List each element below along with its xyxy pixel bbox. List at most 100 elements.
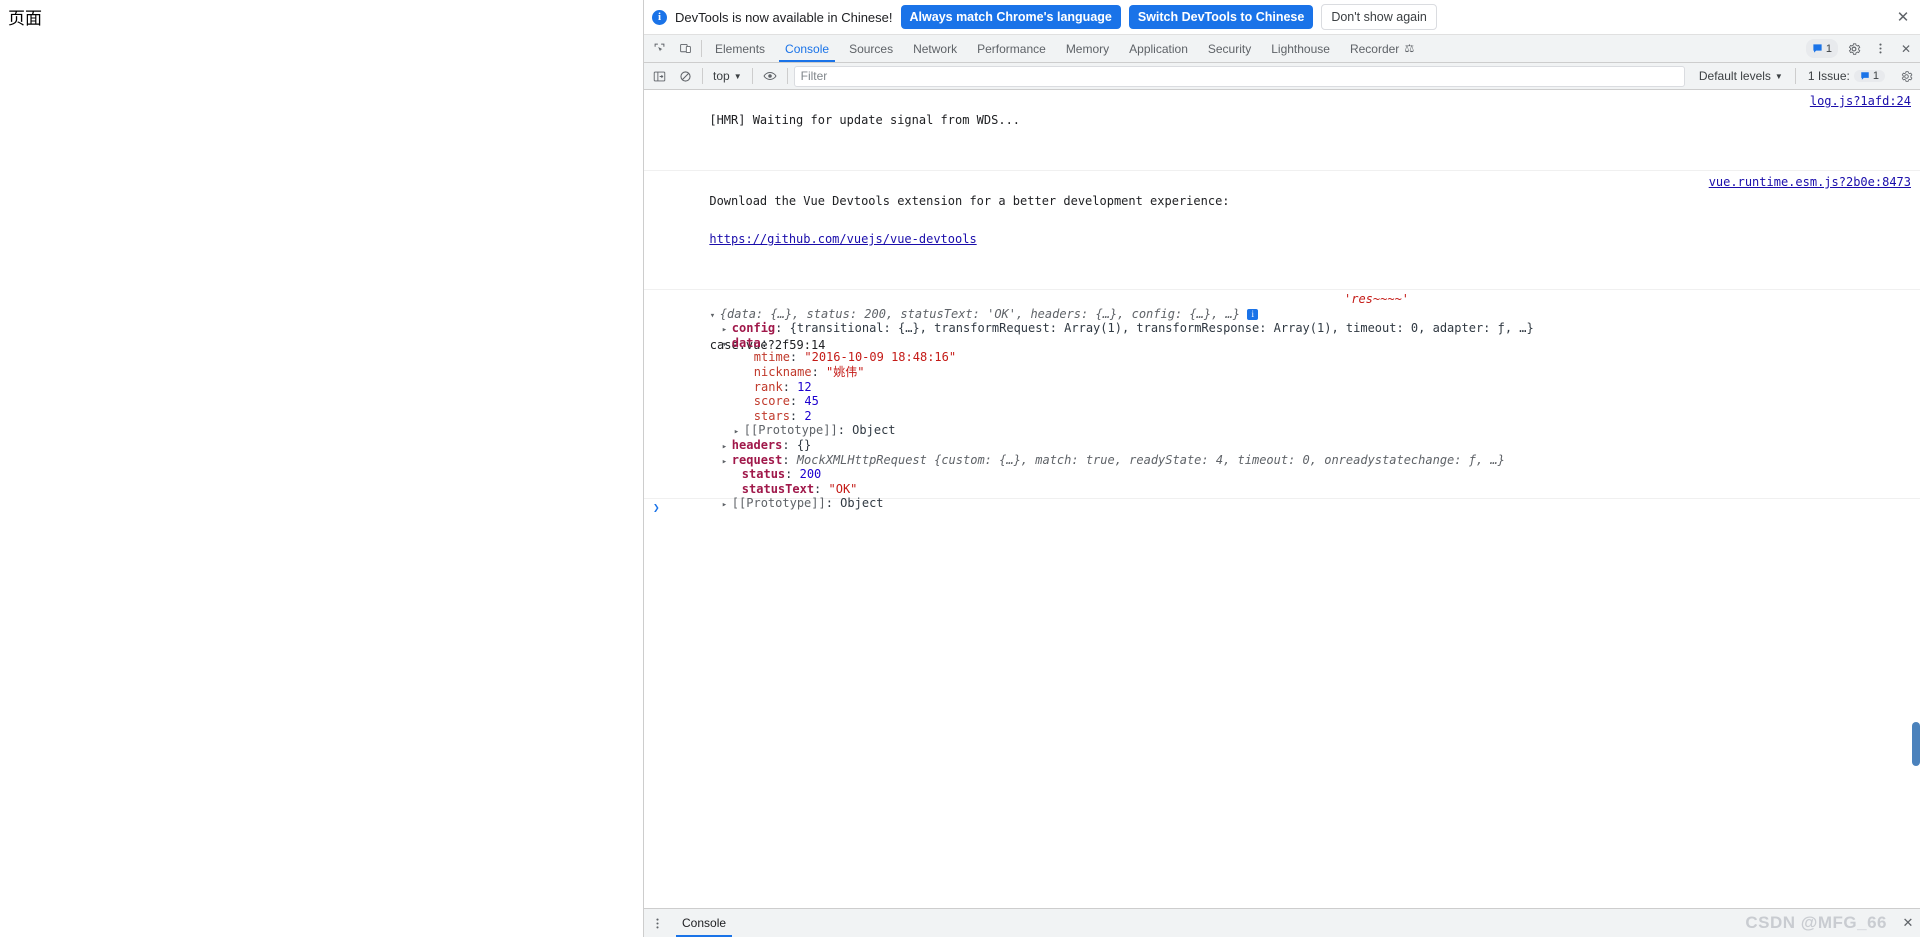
page-heading: 页面 xyxy=(8,9,42,29)
tab-network[interactable]: Network xyxy=(903,35,967,62)
csdn-watermark: CSDN @MFG_66 xyxy=(1745,913,1887,932)
console-message-text: [HMR] Waiting for update signal from WDS… xyxy=(709,113,1021,127)
gear-icon[interactable] xyxy=(1841,35,1867,62)
object-header-row[interactable]: {data: {…}, status: 200, statusText: 'OK… xyxy=(652,292,1913,352)
object-row-score: score: 45 xyxy=(753,394,819,409)
property-value: {transitional: {…}, transformRequest: Ar… xyxy=(789,321,1534,336)
devtools-panel: i DevTools is now available in Chinese! … xyxy=(643,0,1920,937)
tab-recorder-label: Recorder xyxy=(1349,41,1400,56)
property-key: statusText xyxy=(741,481,815,496)
drawer-kebab-icon[interactable] xyxy=(644,909,670,937)
toolbar-divider-2 xyxy=(751,68,753,84)
chevron-down-icon: ▼ xyxy=(733,71,742,81)
console-object-log: {data: {…}, status: 200, statusText: 'OK… xyxy=(644,290,1920,510)
console-scrollbar-thumb[interactable] xyxy=(1912,722,1920,766)
tab-sources[interactable]: Sources xyxy=(839,35,903,62)
toolbar-divider-3 xyxy=(786,68,788,84)
execution-context-selector[interactable]: top ▼ xyxy=(707,69,748,83)
inspect-cursor-icon[interactable] xyxy=(646,35,672,62)
message-count-value: 1 xyxy=(1825,42,1832,55)
property-key: rank xyxy=(753,379,783,394)
vue-devtools-link[interactable]: https://github.com/vuejs/vue-devtools xyxy=(709,232,976,246)
drawer-close-icon[interactable]: ✕ xyxy=(1895,909,1920,937)
object-row-statustext: statusText: "OK" xyxy=(741,481,858,496)
property-key: headers xyxy=(731,437,783,452)
filter-input[interactable] xyxy=(793,65,1685,87)
property-key: data xyxy=(731,335,761,350)
console-source-link[interactable]: log.js?1afd:24 xyxy=(1810,92,1911,111)
close-icon[interactable]: ✕ xyxy=(1893,7,1913,27)
issues-indicator[interactable]: 1 Issue: 1 xyxy=(1800,69,1893,83)
object-row-data-prototype[interactable]: [[Prototype]]: Object xyxy=(652,409,1913,437)
issues-count-value: 1 xyxy=(1872,70,1879,82)
tab-console[interactable]: Console xyxy=(775,35,839,62)
speech-bubble-icon xyxy=(1813,44,1822,53)
tab-elements[interactable]: Elements xyxy=(705,35,775,62)
console-prompt[interactable] xyxy=(644,499,1920,523)
console-settings-gear-icon[interactable] xyxy=(1893,64,1919,88)
log-levels-label: Default levels xyxy=(1698,69,1771,83)
info-circle-icon: i xyxy=(652,9,667,25)
execution-context-label: top xyxy=(713,69,730,83)
console-output[interactable]: [HMR] Waiting for update signal from WDS… xyxy=(644,90,1920,908)
property-value: {} xyxy=(796,437,812,452)
kebab-icon[interactable] xyxy=(1867,35,1893,62)
tab-recorder[interactable]: Recorder ⚖ xyxy=(1340,35,1424,62)
always-match-language-button[interactable]: Always match Chrome's language xyxy=(900,5,1121,29)
object-row-mtime: mtime: "2016-10-09 18:48:16" xyxy=(753,350,957,365)
console-source-link[interactable]: vue.runtime.esm.js?2b0e:8473 xyxy=(1709,173,1911,192)
flask-icon: ⚖ xyxy=(1404,43,1415,55)
drawer-spacer xyxy=(738,909,1895,937)
tab-performance[interactable]: Performance xyxy=(967,35,1056,62)
tab-application[interactable]: Application xyxy=(1119,35,1198,62)
drawer-tab-console[interactable]: Console xyxy=(670,909,738,937)
tabstrip-spacer xyxy=(1424,35,1803,62)
object-preview: {data: {…}, status: 200, statusText: 'OK… xyxy=(719,306,1240,321)
log-levels-selector[interactable]: Default levels ▼ xyxy=(1691,66,1791,86)
switch-devtools-to-chinese-button[interactable]: Switch DevTools to Chinese xyxy=(1128,5,1314,29)
property-key: config xyxy=(731,321,776,336)
console-message-vue-devtools: Download the Vue Devtools extension for … xyxy=(644,171,1920,290)
tab-lighthouse[interactable]: Lighthouse xyxy=(1261,35,1340,62)
language-notification-bar: i DevTools is now available in Chinese! … xyxy=(644,0,1920,35)
clear-console-icon[interactable] xyxy=(672,64,698,88)
tab-memory[interactable]: Memory xyxy=(1056,35,1119,62)
property-value: 12 xyxy=(797,379,812,394)
notification-message: DevTools is now available in Chinese! xyxy=(675,9,893,25)
issues-label: 1 Issue: xyxy=(1807,69,1850,83)
devtools-drawer: Console CSDN @MFG_66 ✕ xyxy=(644,908,1920,937)
toolbar-divider-4 xyxy=(1794,68,1796,84)
object-row-stars: stars: 2 xyxy=(753,408,812,423)
speech-bubble-icon xyxy=(1861,72,1869,80)
property-key: [[Prototype]] xyxy=(743,423,838,438)
property-key: score xyxy=(753,394,790,409)
eval-label: 'res~~~~' xyxy=(1344,292,1410,306)
message-count-badge[interactable]: 1 xyxy=(1805,39,1838,58)
close-devtools-icon[interactable]: ✕ xyxy=(1893,35,1919,62)
info-badge-icon[interactable]: i xyxy=(1247,308,1259,320)
property-key: request xyxy=(731,452,783,467)
property-value: "2016-10-09 18:48:16" xyxy=(804,350,957,365)
property-value: "OK" xyxy=(828,481,858,496)
web-page-viewport[interactable]: 页面 xyxy=(0,0,643,937)
tab-security[interactable]: Security xyxy=(1198,35,1261,62)
object-row-request[interactable]: request: MockXMLHttpRequest {custom: {…}… xyxy=(652,438,1913,467)
property-value: 200 xyxy=(799,467,822,482)
device-toolbar-icon[interactable] xyxy=(672,35,698,62)
tabstrip-divider xyxy=(701,40,702,57)
live-expression-icon[interactable] xyxy=(757,64,783,88)
property-value: Object xyxy=(852,423,896,438)
property-key: mtime xyxy=(753,350,790,365)
toolbar-divider-1 xyxy=(702,68,703,84)
property-value: 2 xyxy=(804,408,812,423)
console-message-text: Download the Vue Devtools extension for … xyxy=(709,194,1230,208)
issues-count-badge: 1 xyxy=(1853,70,1885,82)
property-key: status xyxy=(741,467,786,482)
console-message-hmr: [HMR] Waiting for update signal from WDS… xyxy=(644,90,1920,171)
property-key: nickname xyxy=(753,364,812,379)
console-sidebar-icon[interactable] xyxy=(646,64,672,88)
property-value: MockXMLHttpRequest {custom: {…}, match: … xyxy=(796,452,1505,467)
property-value: "姚伟" xyxy=(826,364,865,379)
property-value: 45 xyxy=(804,394,819,409)
dont-show-again-button[interactable]: Don't show again xyxy=(1321,4,1437,30)
